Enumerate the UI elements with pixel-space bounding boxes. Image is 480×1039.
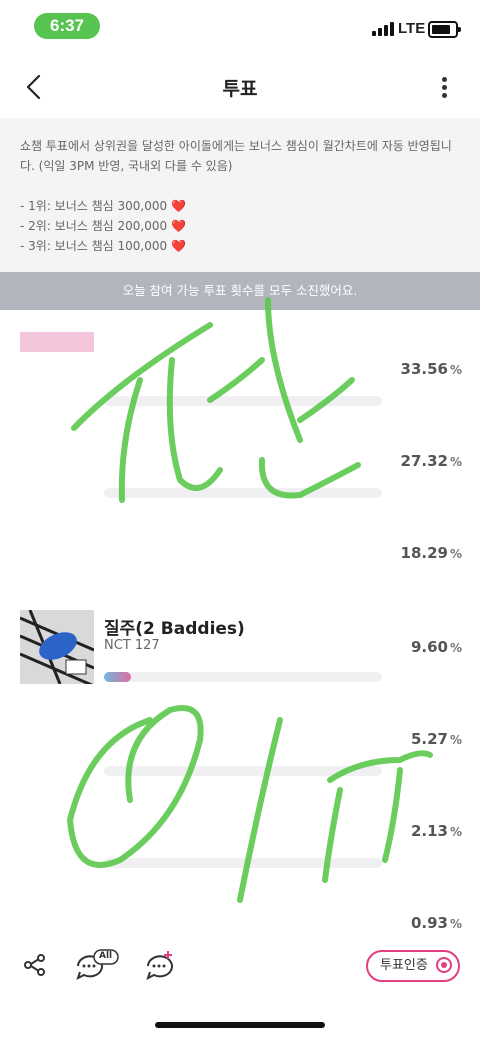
vote-percent: 18.29 [400, 544, 448, 562]
album-cover [20, 610, 94, 684]
candidate-row[interactable]: 27.32 % [0, 416, 480, 506]
more-vertical-icon [436, 77, 452, 98]
vote-notice: 쇼챔 투표에서 상위권을 달성한 아이돌에게는 보너스 챔심이 월간차트에 자동… [0, 118, 480, 272]
percent-sign: % [449, 641, 462, 655]
percent-sign: % [449, 917, 462, 931]
vote-bar [104, 672, 382, 682]
vote-bar [104, 766, 382, 776]
comment-add-icon [146, 951, 173, 980]
heart-icon: ❤️ [170, 199, 186, 213]
status-bar: 6:37 LTE [0, 0, 480, 54]
vote-exhausted-banner: 오늘 참여 가능 투표 횟수를 모두 소진했어요. [0, 272, 480, 310]
share-button[interactable] [22, 952, 48, 978]
percent-sign: % [449, 547, 462, 561]
target-icon [436, 957, 452, 973]
vote-bar-fill [104, 672, 131, 682]
artist-name: NCT 127 [104, 638, 160, 653]
vote-percent: 0.93 [410, 914, 448, 932]
comments-all-button[interactable]: All [74, 948, 120, 980]
vote-bar [104, 858, 382, 868]
bottom-action-bar: All 투표인증 [0, 940, 480, 1000]
reward-item: - 1위: 보너스 챔심 300,000 ❤️ [20, 199, 186, 213]
percent-sign: % [449, 825, 462, 839]
vote-percent: 5.27 [410, 730, 448, 748]
notice-description: 쇼챔 투표에서 상위권을 달성한 아이돌에게는 보너스 챔심이 월간차트에 자동… [20, 139, 452, 173]
heart-icon: ❤️ [170, 219, 186, 233]
candidate-row[interactable]: 18.29 % [0, 508, 480, 598]
percent-sign: % [449, 733, 462, 747]
percent-sign: % [449, 455, 462, 469]
reward-item: - 2위: 보너스 챔심 200,000 ❤️ [20, 219, 186, 233]
vote-percent: 9.60 [410, 638, 448, 656]
candidate-row[interactable]: 33.56 % [0, 324, 480, 414]
network-type: LTE [398, 20, 426, 37]
comment-icon [76, 949, 119, 980]
candidate-row[interactable]: 5.27 % [0, 702, 480, 792]
cert-label: 투표인증 [380, 958, 428, 973]
heart-icon: ❤️ [170, 239, 186, 253]
vote-percent: 27.32 [400, 452, 448, 470]
vote-bar [104, 580, 382, 590]
share-icon [24, 954, 45, 976]
album-cover [20, 332, 94, 352]
page-title: 투표 [222, 78, 258, 100]
status-time: 6:37 [34, 13, 100, 39]
nav-bar: 투표 [0, 60, 480, 116]
battery-icon [428, 21, 461, 38]
vote-percent: 33.56 [400, 360, 448, 378]
more-options-button[interactable] [436, 74, 452, 102]
candidate-row[interactable]: 0.93 % [0, 886, 480, 940]
all-badge-label: All [99, 951, 113, 961]
candidate-row[interactable]: 질주(2 Baddies) NCT 127 9.60 % [0, 610, 480, 700]
home-indicator[interactable] [155, 1022, 325, 1028]
add-comment-button[interactable] [144, 948, 176, 980]
percent-sign: % [449, 363, 462, 377]
reward-item: - 3위: 보너스 챔심 100,000 ❤️ [20, 239, 186, 253]
candidate-row[interactable]: 2.13 % [0, 794, 480, 884]
vote-bar [104, 488, 382, 498]
vote-bar [104, 396, 382, 406]
cellular-signal-icon [372, 22, 394, 36]
album-art-image [20, 610, 94, 684]
vote-percent: 2.13 [410, 822, 448, 840]
song-title: 질주(2 Baddies) [104, 619, 245, 639]
vote-certification-button[interactable]: 투표인증 [366, 950, 460, 982]
